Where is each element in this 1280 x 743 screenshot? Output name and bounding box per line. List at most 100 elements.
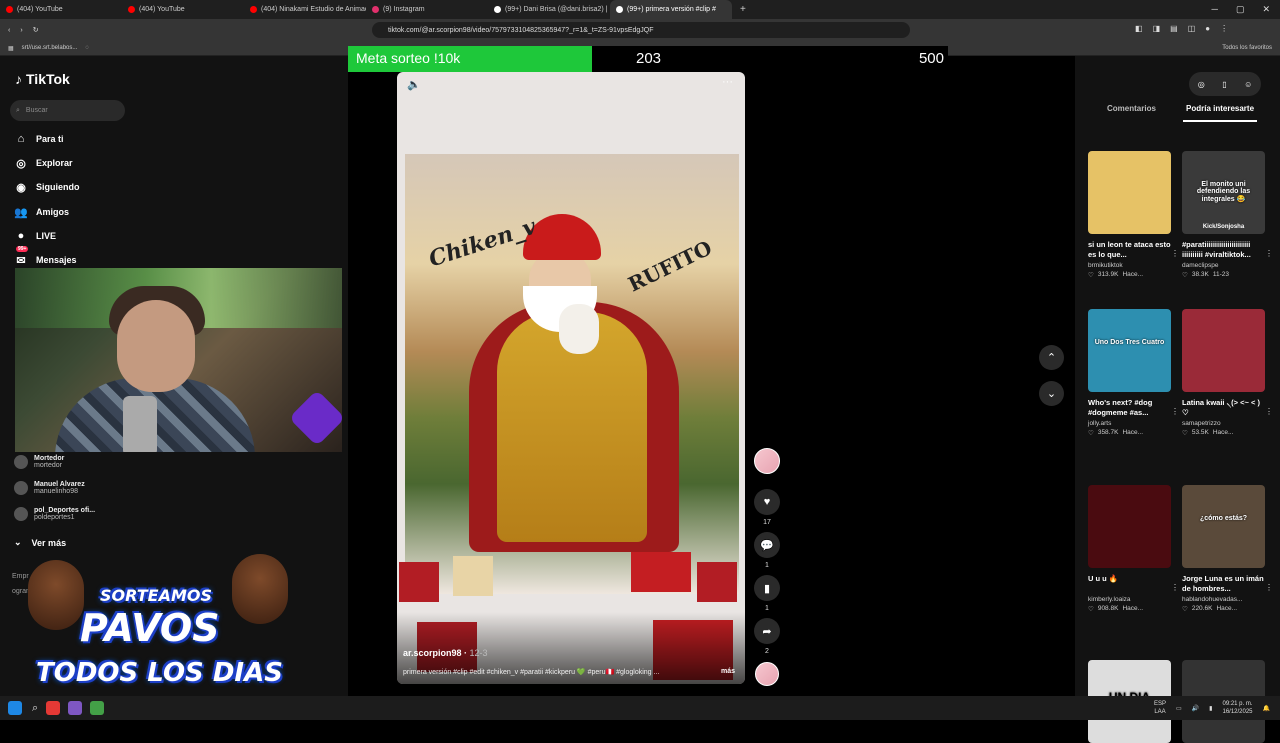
messages-icon: ✉ xyxy=(16,254,26,267)
video-author[interactable]: kimberly.loaiza xyxy=(1088,596,1171,603)
comment-button[interactable]: 💬 1 xyxy=(754,532,780,569)
video-author[interactable]: jolly.arts xyxy=(1088,420,1171,427)
forward-icon[interactable]: › xyxy=(20,27,22,34)
phone-icon[interactable]: ▯ xyxy=(1222,80,1226,89)
volume-icon[interactable]: 🔊 xyxy=(1192,705,1199,712)
bookmark-folder-icon[interactable]: ◌ xyxy=(85,45,89,51)
app-icon[interactable] xyxy=(90,701,105,715)
browser-tab[interactable]: (404) YouTube xyxy=(0,0,122,19)
video-player[interactable]: Chiken_v RUFITO 🔈 ··· ar.scorpion98 · 12… xyxy=(397,72,745,684)
tab-favicon-icon xyxy=(128,6,135,13)
video-author[interactable]: ar.scorpion98 · 12-3 xyxy=(403,648,488,658)
battery-icon[interactable]: ▮ xyxy=(1209,705,1212,712)
browser-tab[interactable]: (404) YouTube xyxy=(122,0,244,19)
compass-icon: ◎ xyxy=(16,157,26,170)
promo-line: PAVOS xyxy=(80,606,220,650)
language-indicator[interactable]: ESP LAA xyxy=(1154,700,1166,716)
compass-icon[interactable]: ◎ xyxy=(1198,80,1205,89)
maximize-icon[interactable]: ▢ xyxy=(1236,4,1245,15)
menu-icon[interactable]: ⋮ xyxy=(1220,24,1228,33)
extension-icon[interactable]: ◫ xyxy=(1188,24,1196,33)
extension-icon[interactable]: ◧ xyxy=(1135,24,1143,33)
back-icon[interactable]: ‹ xyxy=(8,27,10,34)
search-icon[interactable]: ⌕ xyxy=(32,702,38,715)
address-bar[interactable]: tiktok.com/@ar.scorpion98/video/75797331… xyxy=(372,22,910,38)
search-input[interactable]: ⌕ Buscar xyxy=(10,100,125,121)
extension-icon[interactable]: ◨ xyxy=(1153,24,1161,33)
heart-icon: ♡ xyxy=(1182,272,1188,279)
sound-avatar[interactable] xyxy=(754,662,780,686)
next-video-button[interactable]: ⌄ xyxy=(1039,381,1064,406)
recommended-video-card[interactable]: ¿cómo estás? Jorge Luna es un imán de hom… xyxy=(1182,485,1273,613)
tab-comments[interactable]: Comentarios xyxy=(1107,104,1156,113)
clock[interactable]: 09:21 p. m. 16/12/2025 xyxy=(1222,700,1252,716)
sidebar-item-label: Amigos xyxy=(36,207,70,217)
webcam-overlay xyxy=(15,268,342,452)
recommended-video-card[interactable]: Latina kwaii ৲(˃ ˂~ < ) ♡ samapetrizzo ♡ 53… xyxy=(1182,309,1273,437)
recommended-video-card[interactable]: si un leon te ataca esto es lo que... brm… xyxy=(1088,151,1179,279)
start-icon[interactable] xyxy=(8,701,22,715)
new-tab-button[interactable]: + xyxy=(732,4,754,15)
all-bookmarks[interactable]: Todos los favoritos xyxy=(1222,45,1272,51)
apps-icon[interactable]: ▦ xyxy=(8,45,14,52)
video-author[interactable]: hablandohuevadas... xyxy=(1182,596,1265,603)
card-more-icon[interactable]: ⋮ xyxy=(1171,583,1179,592)
like-button[interactable]: ♥ 17 xyxy=(754,489,780,526)
card-more-icon[interactable]: ⋮ xyxy=(1265,583,1273,592)
card-more-icon[interactable]: ⋮ xyxy=(1171,249,1179,258)
previous-video-button[interactable]: ⌃ xyxy=(1039,345,1064,370)
more-link[interactable]: más xyxy=(721,668,735,675)
following-account[interactable]: pol_Deportes ofi... poldeportes1 xyxy=(14,507,95,521)
network-icon[interactable]: ▭ xyxy=(1176,705,1182,712)
card-more-icon[interactable]: ⋮ xyxy=(1265,249,1273,258)
tab-recommended[interactable]: Podría interesarte xyxy=(1186,104,1254,113)
recommended-video-card[interactable]: U u u 🔥 kimberly.loaiza ♡ 908.8K Hace... ⋮ xyxy=(1088,485,1179,613)
video-author[interactable]: dameclipspe xyxy=(1182,262,1265,269)
browser-tabbar: (404) YouTube (404) YouTube (404) Ninakami… xyxy=(0,0,1280,19)
following-account[interactable]: Manuel Alvarez manuelinho98 xyxy=(14,481,85,495)
recommended-video-card[interactable]: Uno Dos Tres Cuatro Who's next? #dog #dog… xyxy=(1088,309,1179,437)
browser-tab[interactable]: (404) Ninakami Estudio de Animació xyxy=(244,0,366,19)
sidebar-item-amigos[interactable]: 👥 Amigos xyxy=(14,205,69,219)
sidebar-item-siguiendo[interactable]: ◉ Siguiendo xyxy=(14,180,79,194)
reload-icon[interactable]: ↻ xyxy=(33,26,39,34)
promo-line: SORTEAMOS xyxy=(100,586,212,605)
video-author[interactable]: brmikutiktok xyxy=(1088,262,1171,269)
author-avatar[interactable] xyxy=(754,448,780,474)
more-options-icon[interactable]: ··· xyxy=(722,76,733,88)
recommended-video-card[interactable]: El monito uni defendiendo las integrales… xyxy=(1182,151,1273,279)
bookmark-icon: ▮ xyxy=(754,575,780,601)
app-icon[interactable] xyxy=(68,701,83,715)
sidebar-item-explorar[interactable]: ◎ Explorar xyxy=(14,156,72,170)
tab-favicon-icon xyxy=(372,6,379,13)
app-icon[interactable] xyxy=(46,701,61,715)
browser-tab[interactable]: (99+) primera versión #clip # xyxy=(610,0,732,19)
share-button[interactable]: ➦ 2 xyxy=(754,618,780,655)
notification-icon[interactable]: 🔔 xyxy=(1263,705,1270,712)
sidebar-item-live[interactable]: ● LIVE xyxy=(14,229,56,243)
card-more-icon[interactable]: ⋮ xyxy=(1265,407,1273,416)
account-name: Manuel Alvarez xyxy=(34,481,85,488)
browser-tab[interactable]: (9) Instagram xyxy=(366,0,488,19)
bookmark-item[interactable]: srt//use.srt.belabos... xyxy=(22,45,78,51)
volume-icon[interactable]: 🔈 xyxy=(407,78,421,91)
like-count: 17 xyxy=(763,519,771,526)
sidebar-item-para-ti[interactable]: ⌂ Para ti xyxy=(14,132,64,146)
promo-overlay: SORTEAMOS PAVOS TODOS LOS DIAS xyxy=(0,554,330,700)
save-button[interactable]: ▮ 1 xyxy=(754,575,780,612)
tiktok-logo[interactable]: ♪ TikTok xyxy=(15,71,70,87)
emoji-icon[interactable]: ☺ xyxy=(1244,80,1252,89)
home-icon: ⌂ xyxy=(17,133,25,145)
extension-icon[interactable]: ▤ xyxy=(1170,24,1178,33)
card-more-icon[interactable]: ⋮ xyxy=(1171,407,1179,416)
following-account[interactable]: Mortedor mortedor xyxy=(14,455,64,469)
see-more-button[interactable]: ⌄ Ver más xyxy=(14,537,66,548)
heart-icon: ♥ xyxy=(754,489,780,515)
profile-icon[interactable]: ● xyxy=(1205,24,1210,33)
video-title: Latina kwaii ৲(˃ ˂~ < ) ♡ xyxy=(1182,398,1260,417)
minimize-icon[interactable]: ─ xyxy=(1212,4,1218,15)
browser-tab[interactable]: (99+) Dani Brisa (@dani.brisa2) | xyxy=(488,0,610,19)
video-author[interactable]: samapetrizzo xyxy=(1182,420,1265,427)
close-icon[interactable]: ✕ xyxy=(1262,4,1270,15)
sidebar-item-mensajes[interactable]: ✉ 99+ Mensajes xyxy=(14,246,77,267)
